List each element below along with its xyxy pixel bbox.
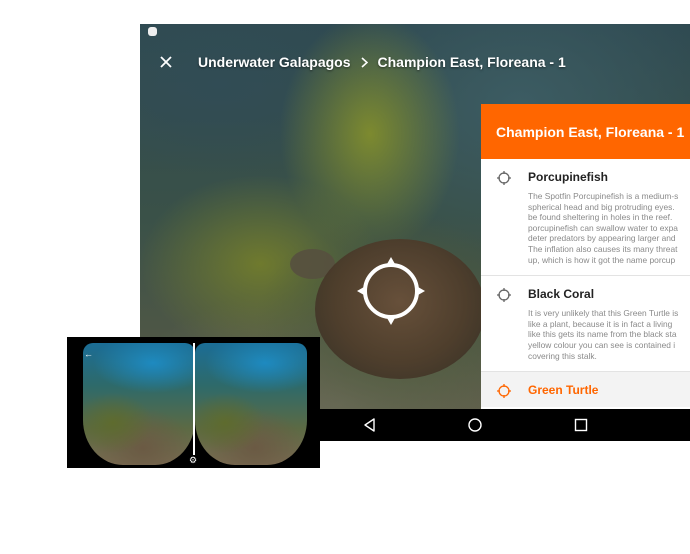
breadcrumb-parent[interactable]: Underwater Galapagos (198, 54, 351, 70)
crosshair-icon (497, 384, 511, 399)
desc-line: porcupinefish can swallow water to expa (528, 222, 678, 233)
cardboard-phone: ← ⚙ (67, 337, 320, 468)
hotspot-item-porcupinefish[interactable]: Porcupinefish The Spotfin Porcupinefish … (481, 159, 690, 277)
desc-line: It is very unlikely that this Green Turt… (528, 308, 679, 319)
desc-line: The Spotfin Porcupinefish is a medium-s (528, 191, 679, 201)
left-eye-view (83, 343, 195, 465)
desc-line: like a plant, because it is in fact a li… (528, 318, 673, 329)
info-panel: Champion East, Floreana - 1 Porcupinefis… (481, 104, 690, 409)
item-title: Porcupinefish (528, 170, 609, 184)
home-icon[interactable] (467, 417, 483, 433)
close-icon (160, 56, 172, 68)
desc-line: covering this stalk. (528, 350, 597, 361)
gaze-reticle-icon[interactable] (352, 252, 430, 330)
right-eye-view (195, 343, 307, 465)
item-title: Black Coral (528, 287, 595, 302)
eye-divider (193, 343, 195, 455)
recents-icon[interactable] (573, 417, 589, 433)
gear-icon[interactable]: ⚙ (189, 455, 197, 466)
crosshair-icon (497, 288, 511, 303)
top-bar: Underwater Galapagos Champion East, Flor… (140, 46, 690, 78)
back-icon[interactable] (362, 417, 378, 433)
hotspot-item-green-turtle[interactable]: Green Turtle (481, 372, 690, 408)
desc-line: like this gets its name from the black s… (528, 329, 677, 340)
back-arrow-icon[interactable]: ← (84, 349, 93, 359)
crosshair-icon (497, 171, 511, 185)
item-title: Green Turtle (528, 383, 599, 398)
status-bar-android-icon (148, 27, 157, 36)
desc-line: be found sheltering in holes in the reef… (528, 212, 673, 223)
item-description: The Spotfin Porcupinefish is a medium-s … (528, 191, 690, 265)
item-description: It is very unlikely that this Green Turt… (528, 308, 690, 361)
breadcrumb-current: Champion East, Floreana - 1 (377, 54, 566, 70)
desc-line: up, which is how it got the name porcup (528, 254, 676, 265)
desc-line: spherical head and big protruding eyes. (528, 201, 675, 212)
panel-title: Champion East, Floreana - 1 (481, 104, 690, 159)
desc-line: The inflation also causes its many threa… (528, 243, 678, 254)
close-button[interactable] (154, 50, 178, 74)
desc-line: yellow colour you can see is contained i (528, 339, 676, 350)
hotspot-item-black-coral[interactable]: Black Coral It is very unlikely that thi… (481, 276, 690, 373)
desc-line: deter predators by appearing larger and (528, 233, 676, 244)
chevron-right-icon (360, 56, 368, 68)
